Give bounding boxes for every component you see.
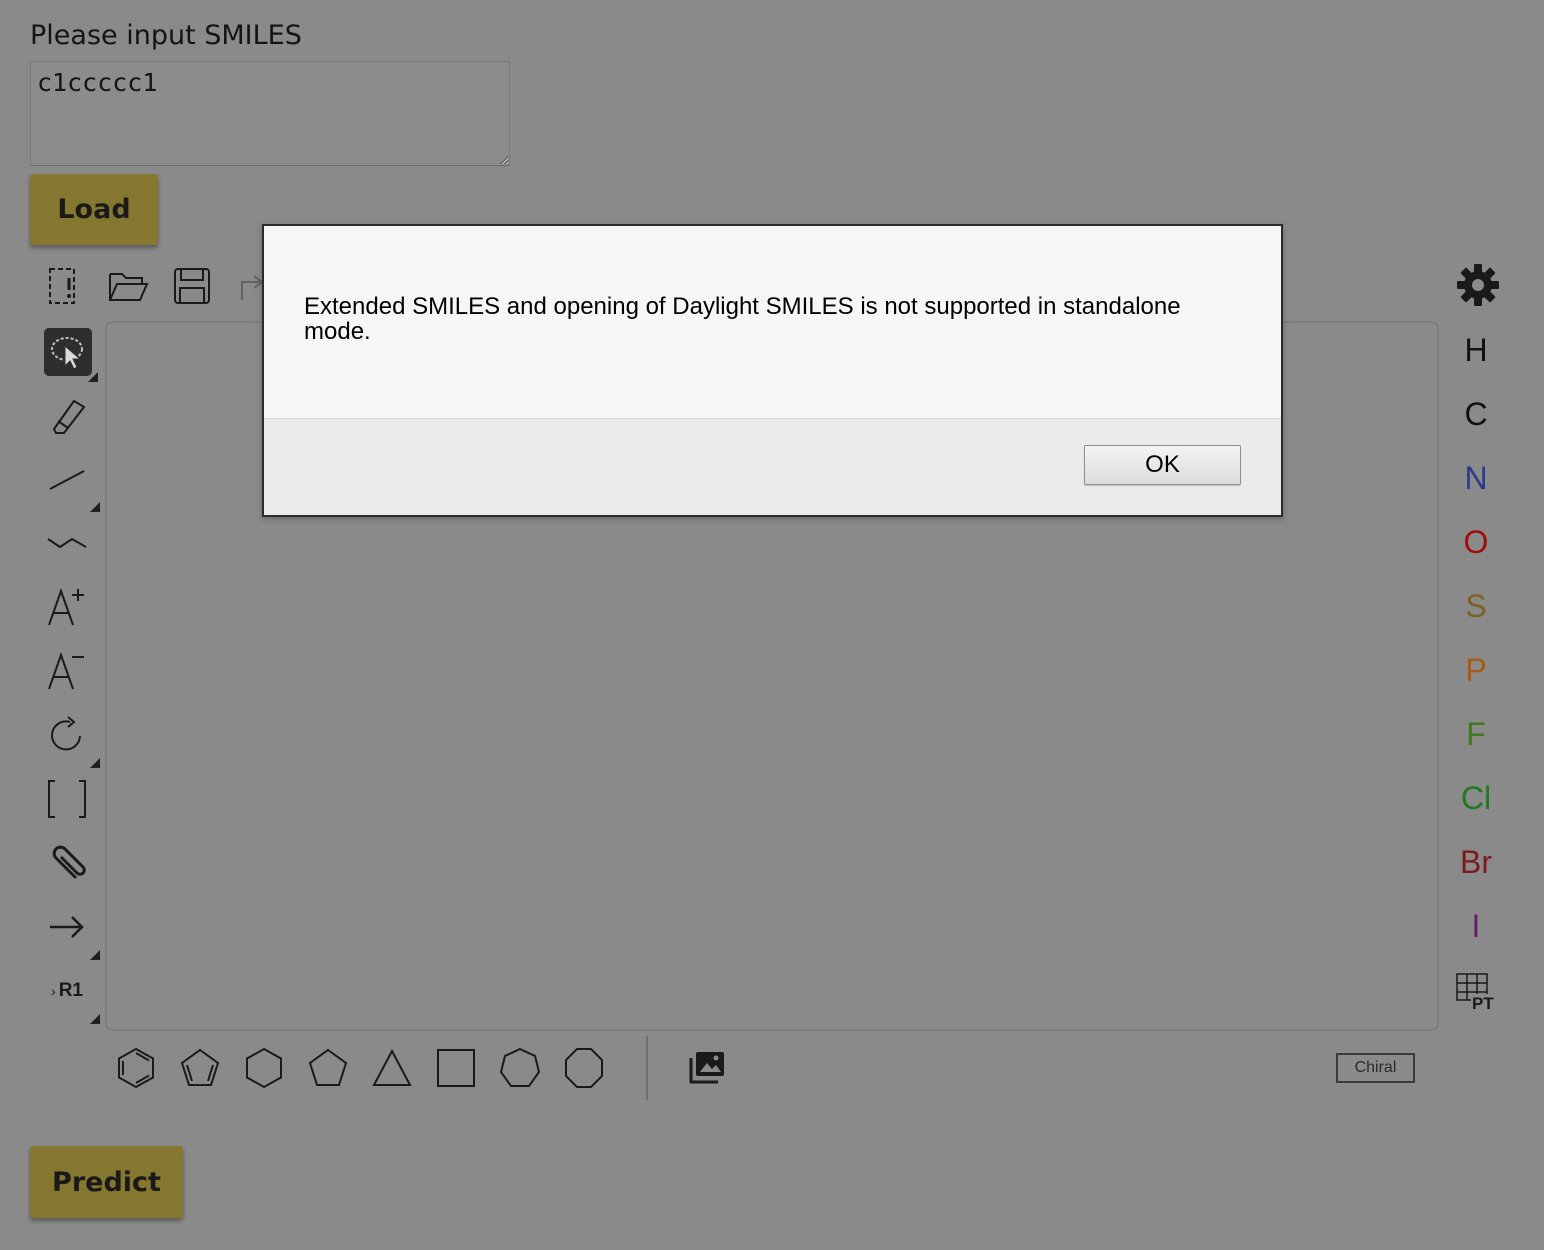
rgroup-icon[interactable]: › R1	[40, 964, 100, 1024]
element-f[interactable]: F	[1446, 702, 1506, 766]
element-i[interactable]: I	[1446, 894, 1506, 958]
template-shapes	[112, 1044, 608, 1092]
dialog-body: Extended SMILES and opening of Daylight …	[264, 226, 1281, 419]
template-library-icon[interactable]	[688, 1050, 726, 1086]
dialog-message: Extended SMILES and opening of Daylight …	[304, 293, 1181, 345]
load-button[interactable]: Load	[30, 174, 158, 245]
rgroup-label: R1	[58, 980, 83, 1001]
toolbar-divider	[646, 1036, 648, 1100]
smiles-input-label: Please input SMILES	[30, 20, 302, 51]
rgroup-chevron: ›	[51, 983, 56, 999]
cyclopentadiene-icon[interactable]	[176, 1044, 224, 1092]
page: Please input SMILES Load	[0, 0, 1544, 1250]
single-bond-icon[interactable]	[40, 452, 100, 512]
element-s[interactable]: S	[1446, 574, 1506, 638]
open-folder-icon[interactable]	[104, 262, 152, 310]
save-icon[interactable]	[168, 262, 216, 310]
cycloheptane-icon[interactable]	[496, 1044, 544, 1092]
lasso-select-icon[interactable]	[44, 328, 98, 382]
sgroup-bracket-icon[interactable]	[40, 772, 94, 826]
ok-button[interactable]: OK	[1084, 445, 1241, 485]
cyclooctane-icon[interactable]	[560, 1044, 608, 1092]
attachment-icon[interactable]	[40, 836, 94, 890]
cyclopentane-icon[interactable]	[304, 1044, 352, 1092]
charge-minus-icon[interactable]	[40, 644, 94, 698]
eraser-icon[interactable]	[40, 388, 94, 442]
periodic-table-icon[interactable]: PT	[1455, 972, 1501, 1014]
top-toolbar	[40, 258, 280, 314]
element-o[interactable]: O	[1446, 510, 1506, 574]
document-icon[interactable]	[40, 262, 88, 310]
element-p[interactable]: P	[1446, 638, 1506, 702]
left-toolbar: › R1	[40, 324, 100, 1028]
reaction-arrow-icon[interactable]	[40, 900, 100, 960]
cyclobutane-icon[interactable]	[432, 1044, 480, 1092]
benzene-ring-icon[interactable]	[112, 1044, 160, 1092]
cyclohexane-icon[interactable]	[240, 1044, 288, 1092]
element-cl[interactable]: Cl	[1446, 766, 1506, 830]
chiral-flag[interactable]: Chiral	[1336, 1053, 1415, 1083]
periodic-table-label: PT	[1471, 994, 1495, 1014]
smiles-input[interactable]	[30, 61, 510, 166]
settings-gear-icon[interactable]	[1455, 262, 1501, 308]
element-palette: H C N O S P F Cl Br I	[1446, 318, 1506, 958]
element-h[interactable]: H	[1446, 318, 1506, 382]
predict-button[interactable]: Predict	[30, 1146, 183, 1218]
element-n[interactable]: N	[1446, 446, 1506, 510]
dialog-footer: OK	[264, 419, 1281, 515]
cyclopropane-icon[interactable]	[368, 1044, 416, 1092]
charge-plus-icon[interactable]	[40, 580, 94, 634]
chain-icon[interactable]	[40, 516, 94, 570]
element-c[interactable]: C	[1446, 382, 1506, 446]
rotate-icon[interactable]	[40, 708, 100, 768]
alert-dialog: Extended SMILES and opening of Daylight …	[262, 224, 1283, 517]
element-br[interactable]: Br	[1446, 830, 1506, 894]
